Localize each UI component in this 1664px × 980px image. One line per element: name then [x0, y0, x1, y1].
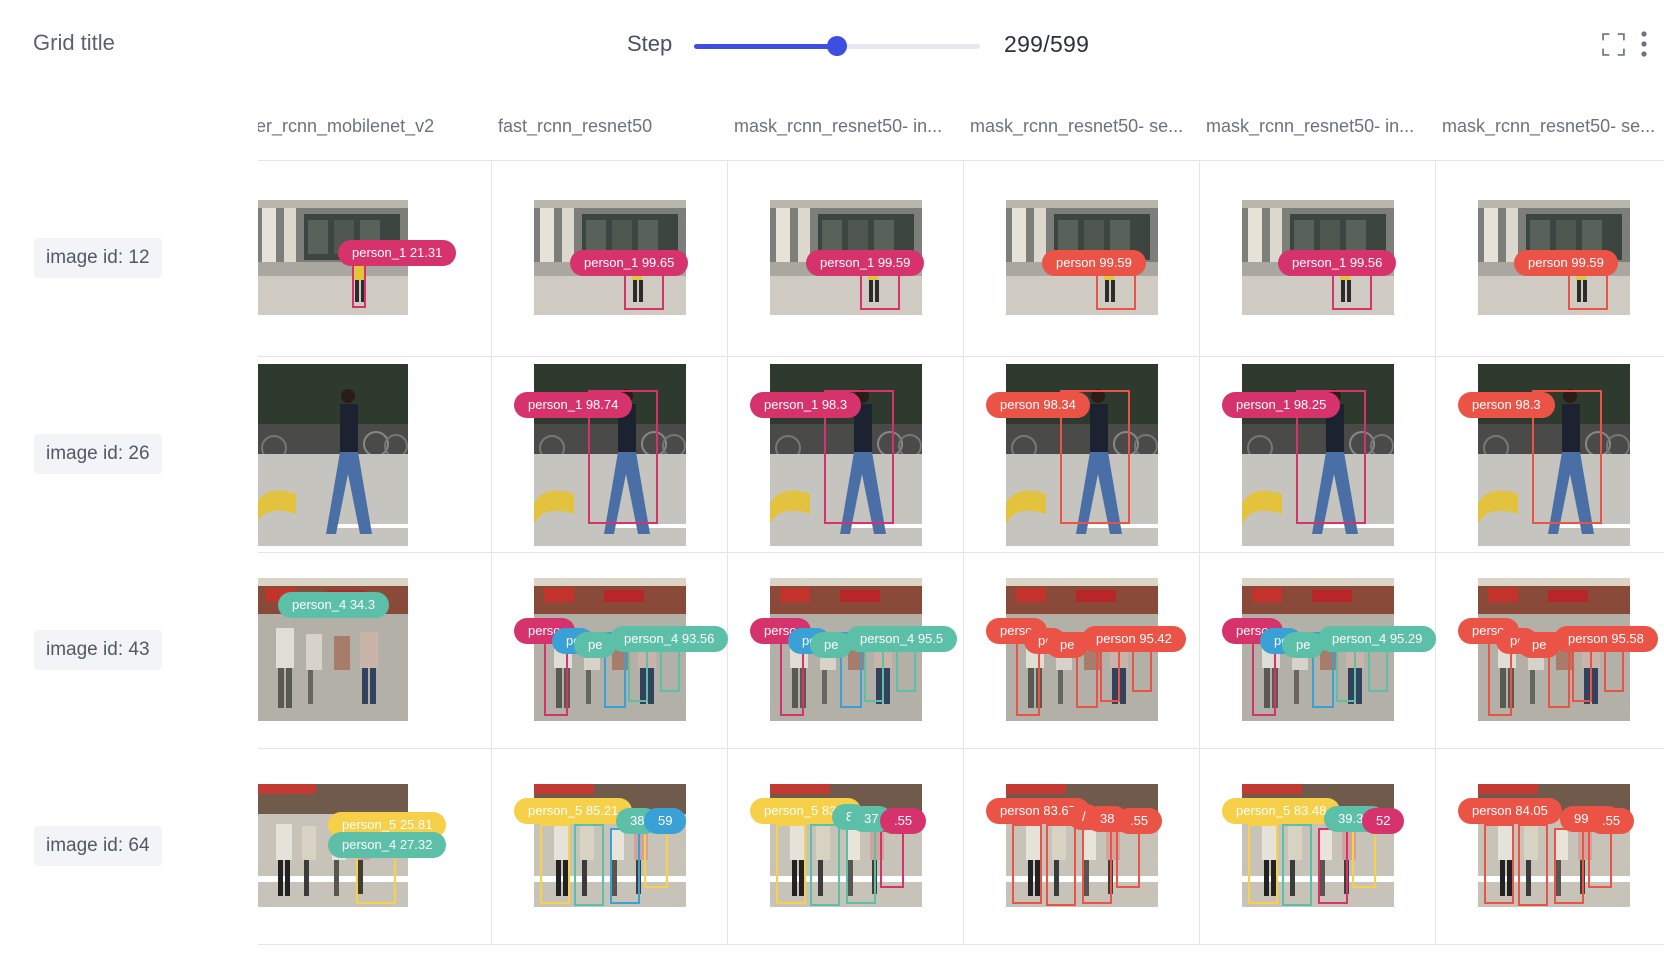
column-header[interactable]: fast_rcnn_resnet50	[498, 116, 722, 144]
grid-divider	[258, 160, 1664, 161]
column-header[interactable]: mask_rcnn_resnet50- se...	[1442, 116, 1664, 144]
detection-label: person_4 95.5	[846, 626, 958, 652]
row-label: image id: 43	[34, 630, 162, 670]
detection-label: 59	[644, 808, 687, 834]
detection-label: person_1 98.3	[750, 392, 862, 418]
bounding-box	[610, 828, 640, 904]
grid-divider	[258, 552, 1664, 553]
detection-label: person_4 34.3	[278, 592, 390, 618]
bounding-box	[1518, 824, 1548, 906]
detection-label: person_4 95.29	[1318, 626, 1437, 652]
bounding-box	[1248, 824, 1278, 904]
detection-label: .55	[880, 808, 927, 834]
bounding-box	[574, 824, 604, 906]
slider-fill	[694, 44, 837, 49]
detection-label: .55	[1116, 808, 1163, 834]
detection-label: person_1 99.59	[806, 250, 925, 276]
detection-label: person_5 85.21	[514, 798, 633, 824]
row-label: image id: 64	[34, 826, 162, 866]
column-header[interactable]: mask_rcnn_resnet50- in...	[1206, 116, 1430, 144]
bounding-box	[540, 824, 570, 904]
bounding-box	[810, 824, 840, 906]
detection-label: person_1 99.56	[1278, 250, 1397, 276]
detection-label: person 98.34	[986, 392, 1090, 418]
bounding-box	[1096, 270, 1136, 310]
bounding-box	[644, 830, 668, 888]
detection-label: person 95.42	[1082, 626, 1186, 652]
detection-label: person_1 21.31	[338, 240, 457, 266]
detection-label: person 99.59	[1514, 250, 1618, 276]
step-value: 299/599	[1004, 31, 1090, 57]
grid-divider	[258, 748, 1664, 749]
detection-label: person_1 99.65	[570, 250, 689, 276]
bounding-box	[846, 828, 876, 904]
bounding-box	[1318, 828, 1348, 904]
column-header[interactable]: er_rcnn_mobilenet_v2	[258, 116, 436, 144]
row-label: image id: 26	[34, 434, 162, 474]
bounding-box	[776, 824, 806, 904]
bounding-box	[1554, 828, 1584, 904]
column-header[interactable]: mask_rcnn_resnet50- se...	[970, 116, 1194, 144]
step-label: Step	[627, 31, 673, 56]
detection-label: 52	[1362, 808, 1405, 834]
detection-label: person 99.59	[1042, 250, 1146, 276]
detection-label: person 84.05	[1458, 798, 1562, 824]
bounding-box	[1588, 830, 1612, 888]
more-options-icon[interactable]	[1640, 30, 1648, 58]
bounding-box	[356, 854, 396, 904]
row-label: image id: 12	[34, 238, 162, 278]
fullscreen-icon[interactable]	[1601, 32, 1626, 57]
image-thumbnail[interactable]	[258, 364, 408, 546]
detection-label: person_1 98.25	[1222, 392, 1341, 418]
bounding-box	[1484, 824, 1514, 904]
bounding-box	[860, 270, 900, 310]
bounding-box	[1332, 270, 1372, 310]
bounding-box	[1352, 830, 1376, 888]
bounding-box	[1046, 824, 1076, 906]
bounding-box	[1568, 270, 1608, 310]
bounding-box	[1282, 824, 1312, 906]
image-grid-viewport[interactable]: er_rcnn_mobilenet_v2 fast_rcnn_resnet50 ma…	[258, 100, 1664, 950]
step-slider[interactable]	[694, 34, 980, 58]
detection-label: person_4 27.32	[328, 832, 447, 858]
slider-thumb[interactable]	[826, 36, 847, 56]
column-header[interactable]: mask_rcnn_resnet50- in...	[734, 116, 958, 144]
bounding-box	[1012, 824, 1042, 904]
bounding-box	[880, 830, 904, 888]
bounding-box	[624, 270, 664, 310]
grid-divider	[258, 944, 1664, 945]
detection-label: person_1 98.74	[514, 392, 633, 418]
detection-label: .55	[1588, 808, 1635, 834]
detection-label: person 98.3	[1458, 392, 1555, 418]
detection-label: person_4 93.56	[610, 626, 729, 652]
bounding-box	[1116, 830, 1140, 888]
detection-label: person 95.58	[1554, 626, 1658, 652]
bounding-box	[1082, 828, 1112, 904]
detection-label: person_5 83.48	[1222, 798, 1341, 824]
grid-divider	[258, 356, 1664, 357]
grid-title: Grid title	[33, 30, 115, 55]
